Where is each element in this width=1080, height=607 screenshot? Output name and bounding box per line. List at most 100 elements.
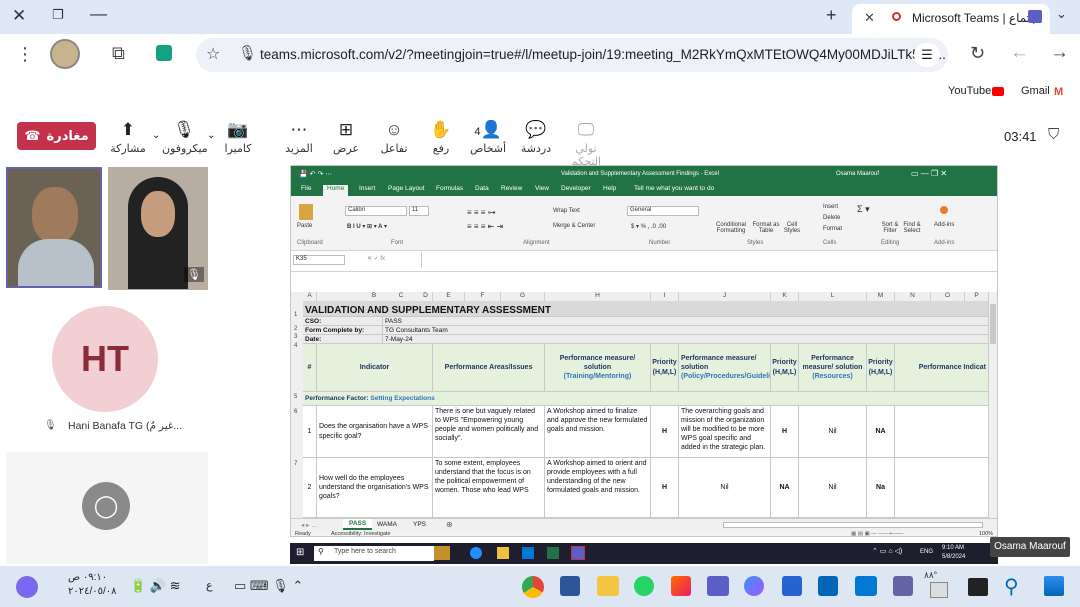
bookmark-star-icon[interactable]: ☆ (206, 44, 220, 64)
camera-button[interactable]: 📷 كاميرا (216, 120, 260, 155)
header-areas[interactable]: Performance Areas/Issues (433, 344, 545, 392)
row-number[interactable]: 1 (294, 312, 297, 318)
col-header[interactable]: O (931, 292, 965, 301)
outlook-icon[interactable] (855, 576, 877, 596)
browser-tab[interactable]: ✕ Microsoft Teams | اجتماع (852, 4, 1050, 34)
header-priority-3[interactable]: Priority (H,M,L) (867, 344, 895, 392)
chrome-icon[interactable] (522, 576, 544, 598)
participant-video-2[interactable]: 🎙 (108, 167, 208, 290)
tab-home[interactable]: Home (323, 185, 349, 196)
row-2-priority-2[interactable]: NA (771, 458, 799, 518)
tab-file[interactable]: File (301, 185, 311, 192)
formula-input[interactable] (421, 252, 991, 268)
meta-key[interactable]: Form Complete by: (303, 326, 383, 335)
tab-insert[interactable]: Insert (359, 185, 375, 192)
meta-value[interactable]: TG Consultants Team (383, 326, 989, 335)
tab-search-icon[interactable]: ⌄ (1056, 6, 1067, 22)
col-header[interactable]: D (419, 292, 433, 301)
microphone-button[interactable]: 🎙 ميكروفون (162, 120, 208, 155)
react-button[interactable]: ☺ تفاعل (372, 120, 416, 155)
raise-hand-button[interactable]: ✋ رفع (419, 120, 463, 155)
format-cells-button[interactable]: Format (823, 226, 842, 232)
row-number[interactable]: 7 (294, 461, 297, 467)
header-priority-1[interactable]: Priority (H,M,L) (651, 344, 679, 392)
spreadsheet-grid[interactable]: A B C D E F G H I J K L M N O P 1 2 3 4 … (291, 292, 989, 518)
sheet-tab-pass[interactable]: PASS (343, 519, 373, 530)
find-select-button[interactable]: Find & Select (901, 222, 923, 234)
row-1-num[interactable]: 1 (303, 406, 317, 458)
alignment-icons-2[interactable]: ≡ ≡ ≡ ⇤ ⇥ (467, 222, 503, 231)
row-number[interactable]: 5 (294, 394, 297, 400)
col-header[interactable]: C (383, 292, 419, 301)
row-1-training[interactable]: A Workshop aimed to finalize and approve… (545, 406, 651, 458)
col-header[interactable]: F (465, 292, 501, 301)
merge-center-button[interactable]: Merge & Center (553, 223, 595, 229)
share-button[interactable]: ⬆ مشاركة (106, 120, 150, 155)
number-format-box[interactable]: General (627, 206, 699, 216)
weather-badge[interactable]: ٨٨° (924, 570, 937, 581)
row-number[interactable]: 3 (294, 334, 297, 340)
header-num[interactable]: # (303, 344, 317, 392)
tab-formulas[interactable]: Formulas (436, 185, 463, 192)
row-number[interactable]: 2 (294, 326, 297, 332)
row-2-num[interactable]: 2 (303, 458, 317, 518)
sheet-tab-yps[interactable]: YPS (413, 521, 426, 528)
sheet-nav-icons[interactable]: ◂ ▸ … (301, 521, 318, 529)
creative-app-icon[interactable] (671, 576, 691, 596)
forward-icon[interactable]: → (1050, 42, 1069, 64)
copilot-icon[interactable] (744, 576, 764, 596)
cell-styles-button[interactable]: Cell Styles (781, 222, 803, 234)
paste-icon[interactable] (299, 204, 313, 220)
row-1-indicator[interactable]: Does the organisation have a WPS specifi… (317, 406, 433, 458)
row-number[interactable]: 6 (294, 409, 297, 415)
alignment-icons[interactable]: ≡ ≡ ≡ ⊶ (467, 208, 496, 217)
file-explorer-icon[interactable] (597, 576, 619, 596)
conditional-formatting-button[interactable]: Conditional Formatting (711, 222, 751, 234)
shared-excel-window[interactable]: 💾 ↶ ↷ ⋯ Validation and Supplementary Ass… (290, 165, 998, 537)
leave-button[interactable]: ☎ مغادرة (17, 122, 96, 150)
tab-data[interactable]: Data (475, 185, 489, 192)
extensions-icon[interactable]: ⧉ (112, 43, 125, 64)
more-button[interactable]: ⋯ المزيد (277, 120, 321, 155)
number-format-icons[interactable]: $ ▾ % , .0 .00 (631, 223, 666, 230)
weather-widget-icon[interactable] (16, 576, 38, 598)
row-1-areas[interactable]: There is one but vaguely related to WPS … (433, 406, 545, 458)
meta-value[interactable]: PASS (383, 317, 989, 326)
windows-start-icon[interactable] (1044, 576, 1064, 596)
close-window-icon[interactable]: ✕ (12, 6, 26, 26)
bold-italic-underline-icons[interactable]: B I U ▾ ⊞ ▾ A ▾ (347, 223, 387, 230)
tab-review[interactable]: Review (501, 185, 522, 192)
autosum-icon[interactable]: Σ ▾ (857, 204, 870, 215)
row-2-indicator-2[interactable] (895, 458, 989, 518)
address-bar[interactable]: ☆ 🎙 teams.microsoft.com/v2/?meetingjoin=… (196, 38, 948, 72)
row-2-resources[interactable]: Nil (799, 458, 867, 518)
vertical-scrollbar[interactable] (989, 292, 997, 518)
sort-filter-button[interactable]: Sort & Filter (879, 222, 901, 234)
tab-page-layout[interactable]: Page Layout (388, 185, 425, 192)
font-name-box[interactable]: Calibri (345, 206, 407, 216)
store-icon[interactable] (818, 576, 838, 596)
view-buttons-icon[interactable]: ▦ ▤ ▣ — ——+—— (851, 531, 903, 536)
col-header[interactable]: N (895, 292, 931, 301)
col-header[interactable]: P (965, 292, 989, 301)
col-header[interactable]: L (799, 292, 867, 301)
microphone-icon[interactable]: 🎙 (238, 44, 257, 62)
row-2-training[interactable]: A Workshop aimed to orient and provide e… (545, 458, 651, 518)
col-header[interactable]: E (433, 292, 465, 301)
shield-icon[interactable]: ⛉ (1048, 126, 1059, 143)
col-header[interactable]: J (679, 292, 771, 301)
os-clock-date[interactable]: ٢٠٢٤/٠٥/٠٨ (68, 586, 117, 597)
row-2-indicator[interactable]: How well do the employees understand the… (317, 458, 433, 518)
tell-me-search[interactable]: Tell me what you want to do (634, 185, 714, 192)
header-resources[interactable]: Performance measure/ solution (Resources) (799, 344, 867, 392)
tab-help[interactable]: Help (603, 185, 616, 192)
add-sheet-icon[interactable]: ⊕ (446, 520, 453, 529)
col-header[interactable]: H (545, 292, 651, 301)
row-1-priority-2[interactable]: H (771, 406, 799, 458)
delete-cells-button[interactable]: Delete (823, 215, 840, 221)
accessibility-status[interactable]: Accessibility: Investigate (331, 531, 391, 536)
word-icon[interactable] (560, 576, 580, 596)
sheet-tab-wama[interactable]: WAMA (377, 521, 397, 528)
header-training[interactable]: Performance measure/ solution (Training/M… (545, 344, 651, 392)
whatsapp-icon[interactable] (634, 576, 654, 596)
